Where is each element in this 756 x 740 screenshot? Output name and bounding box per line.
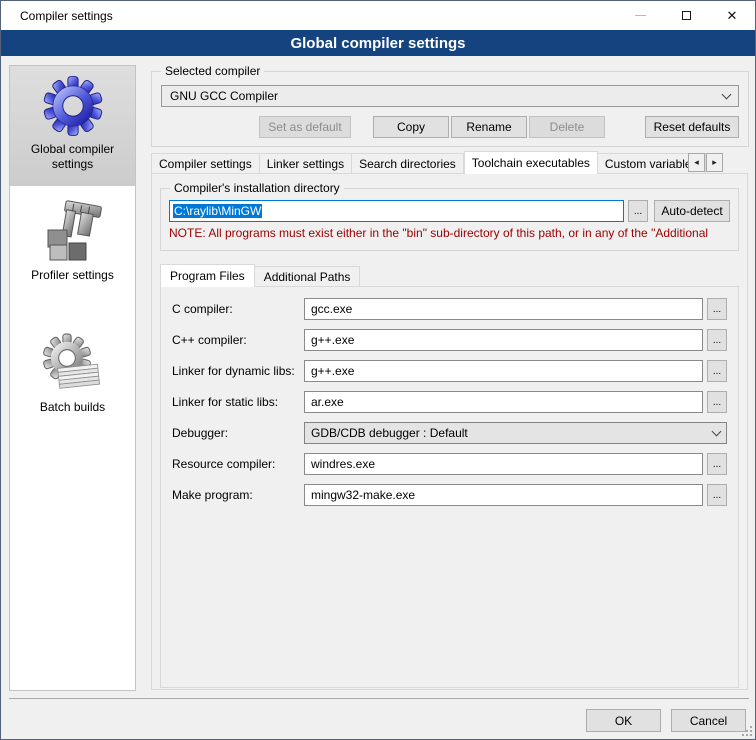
tab-linker-settings[interactable]: Linker settings <box>260 153 352 174</box>
sidebar-item-label: Profiler settings <box>10 268 135 283</box>
field-row-c-compiler: C compiler: gcc.exe ... <box>172 298 727 320</box>
selected-compiler-group: Selected compiler GNU GCC Compiler Set a… <box>151 71 749 147</box>
subtab-additional-paths[interactable]: Additional Paths <box>255 266 361 287</box>
field-value: ar.exe <box>311 395 344 409</box>
installation-directory-value: C:\raylib\MinGW <box>173 204 262 218</box>
auto-detect-button[interactable]: Auto-detect <box>654 200 730 222</box>
debugger-select[interactable]: GDB/CDB debugger : Default <box>304 422 727 444</box>
field-row-linker-static: Linker for static libs: ar.exe ... <box>172 391 727 413</box>
minimize-icon <box>635 15 646 16</box>
cpp-compiler-input[interactable]: g++.exe <box>304 329 703 351</box>
compiler-select-value: GNU GCC Compiler <box>170 89 723 103</box>
program-files-panel: C compiler: gcc.exe ... C++ compiler: g+… <box>160 286 739 688</box>
field-row-resource-compiler: Resource compiler: windres.exe ... <box>172 453 727 475</box>
make-program-browse-button[interactable]: ... <box>707 484 727 506</box>
subtab-program-files[interactable]: Program Files <box>160 264 255 287</box>
compiler-settings-dialog: Compiler settings ✕ Global compiler sett… <box>0 0 756 740</box>
sidebar-item-batch-builds[interactable]: Batch builds <box>10 324 135 434</box>
reset-defaults-button[interactable]: Reset defaults <box>645 116 739 138</box>
settings-tabs: Compiler settings Linker settings Search… <box>151 151 749 174</box>
close-button[interactable]: ✕ <box>709 1 755 30</box>
field-label: Debugger: <box>172 426 304 440</box>
installation-directory-legend: Compiler's installation directory <box>170 181 344 195</box>
sidebar-item-profiler-settings[interactable]: Profiler settings <box>10 192 135 302</box>
tab-scroll-left-button[interactable]: ◂ <box>688 153 705 172</box>
sidebar-item-global-compiler-settings[interactable]: Global compiler settings <box>10 66 135 186</box>
resource-compiler-input[interactable]: windres.exe <box>304 453 703 475</box>
field-label: C++ compiler: <box>172 333 304 347</box>
footer-divider <box>9 698 749 699</box>
tab-toolchain-executables[interactable]: Toolchain executables <box>464 151 598 174</box>
tab-scroll-buttons: ◂ ▸ <box>687 153 723 172</box>
title-bar: Compiler settings ✕ <box>1 1 755 30</box>
installation-directory-input[interactable]: C:\raylib\MinGW <box>169 200 624 222</box>
copy-button[interactable]: Copy <box>373 116 449 138</box>
field-value: mingw32-make.exe <box>311 488 415 502</box>
field-row-linker-dynamic: Linker for dynamic libs: g++.exe ... <box>172 360 727 382</box>
tabs-strip: Compiler settings Linker settings Search… <box>151 151 717 174</box>
programs-notebook: Program Files Additional Paths C compile… <box>160 264 739 688</box>
rename-button[interactable]: Rename <box>451 116 527 138</box>
minimize-button[interactable] <box>617 1 663 30</box>
cpp-compiler-browse-button[interactable]: ... <box>707 329 727 351</box>
main-panel: Selected compiler GNU GCC Compiler Set a… <box>151 65 749 147</box>
compiler-buttons-row: Set as default Copy Rename Delete Reset … <box>152 116 739 138</box>
chevron-down-icon <box>722 89 732 99</box>
close-icon: ✕ <box>727 9 738 22</box>
installation-directory-group: Compiler's installation directory C:\ray… <box>160 188 739 251</box>
caliper-icon <box>41 200 105 264</box>
field-value: gcc.exe <box>311 302 352 316</box>
make-program-input[interactable]: mingw32-make.exe <box>304 484 703 506</box>
linker-static-input[interactable]: ar.exe <box>304 391 703 413</box>
compiler-select[interactable]: GNU GCC Compiler <box>161 85 739 107</box>
programs-subtabs: Program Files Additional Paths <box>160 264 739 287</box>
resource-compiler-browse-button[interactable]: ... <box>707 453 727 475</box>
maximize-button[interactable] <box>663 1 709 30</box>
debugger-select-value: GDB/CDB debugger : Default <box>311 426 713 440</box>
window-title: Compiler settings <box>1 9 113 23</box>
field-value: g++.exe <box>311 333 354 347</box>
arrow-left-icon: ◂ <box>694 157 699 168</box>
dialog-banner: Global compiler settings <box>1 30 755 56</box>
linker-dynamic-browse-button[interactable]: ... <box>707 360 727 382</box>
field-row-debugger: Debugger: GDB/CDB debugger : Default <box>172 422 727 444</box>
maximize-icon <box>682 11 691 20</box>
installation-directory-row: C:\raylib\MinGW ... Auto-detect <box>169 200 730 222</box>
gray-gear-stack-icon <box>41 332 105 396</box>
selected-compiler-legend: Selected compiler <box>161 64 264 78</box>
c-compiler-input[interactable]: gcc.exe <box>304 298 703 320</box>
footer-buttons: OK Cancel <box>586 709 746 732</box>
linker-dynamic-input[interactable]: g++.exe <box>304 360 703 382</box>
toolchain-executables-panel: Compiler's installation directory C:\ray… <box>151 173 748 690</box>
field-value: windres.exe <box>311 457 375 471</box>
delete-button[interactable]: Delete <box>529 116 605 138</box>
sidebar-item-label: Global compiler settings <box>10 142 135 172</box>
blue-gear-icon <box>41 74 105 138</box>
set-as-default-button[interactable]: Set as default <box>259 116 351 138</box>
browse-directory-button[interactable]: ... <box>628 200 648 222</box>
field-row-cpp-compiler: C++ compiler: g++.exe ... <box>172 329 727 351</box>
tab-search-directories[interactable]: Search directories <box>352 153 464 174</box>
cancel-button[interactable]: Cancel <box>671 709 746 732</box>
c-compiler-browse-button[interactable]: ... <box>707 298 727 320</box>
chevron-down-icon <box>712 426 722 436</box>
field-label: Linker for dynamic libs: <box>172 364 304 378</box>
field-value: g++.exe <box>311 364 354 378</box>
field-label: C compiler: <box>172 302 304 316</box>
sidebar-item-label: Batch builds <box>10 400 135 415</box>
tab-scroll-right-button[interactable]: ▸ <box>706 153 723 172</box>
note-text: NOTE: All programs must exist either in … <box>169 226 736 240</box>
resize-grip[interactable] <box>742 726 752 736</box>
tab-compiler-settings[interactable]: Compiler settings <box>151 153 260 174</box>
settings-sidebar: Global compiler settings <box>9 65 136 691</box>
field-row-make-program: Make program: mingw32-make.exe ... <box>172 484 727 506</box>
linker-static-browse-button[interactable]: ... <box>707 391 727 413</box>
field-label: Resource compiler: <box>172 457 304 471</box>
ok-button[interactable]: OK <box>586 709 661 732</box>
arrow-right-icon: ▸ <box>712 157 717 168</box>
field-label: Linker for static libs: <box>172 395 304 409</box>
window-controls: ✕ <box>617 1 755 30</box>
field-label: Make program: <box>172 488 304 502</box>
